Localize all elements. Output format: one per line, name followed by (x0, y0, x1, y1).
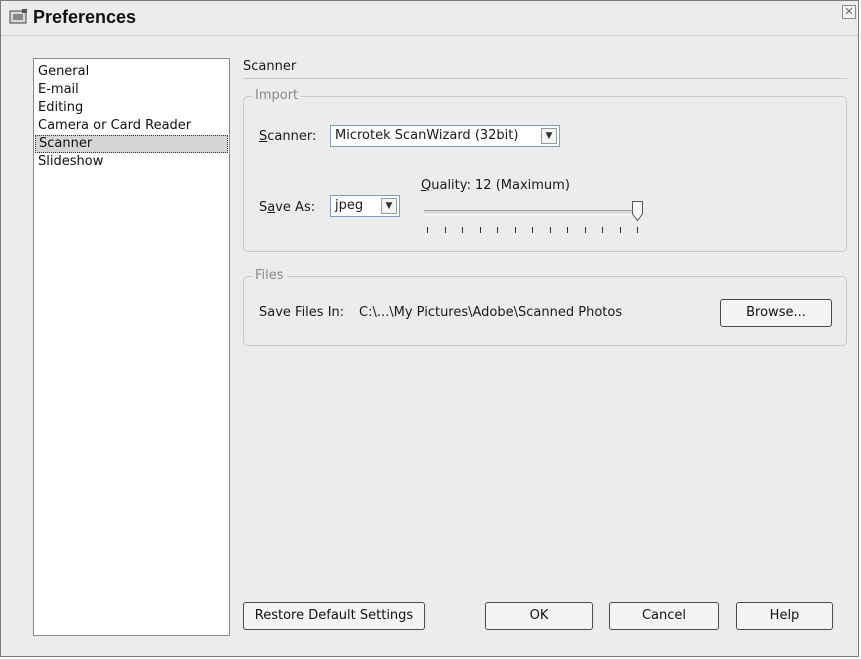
slider-tick (532, 227, 533, 233)
quality-slider-thumb[interactable] (632, 201, 643, 221)
sidebar-item-general[interactable]: General (35, 63, 228, 81)
slider-tick (602, 227, 603, 233)
slider-tick (584, 227, 586, 233)
slider-tick (619, 227, 621, 233)
sidebar-item-camera-or-card-reader[interactable]: Camera or Card Reader (35, 117, 228, 135)
chevron-down-icon[interactable]: ▼ (381, 198, 397, 214)
files-group: Files Save Files In: C:\...\My Pictures\… (243, 268, 847, 346)
settings-panel: Scanner Import Scanner: Microtek ScanWiz… (243, 58, 847, 638)
restore-default-settings-button[interactable]: Restore Default Settings (243, 602, 425, 630)
scanner-label: Scanner: (259, 129, 317, 144)
window-title: Preferences (33, 7, 137, 27)
save-files-path: C:\...\My Pictures\Adobe\Scanned Photos (359, 305, 623, 320)
scanner-select[interactable]: Microtek ScanWizard (32bit) ▼ (330, 125, 560, 147)
scanner-select-value: Microtek ScanWizard (32bit) (335, 128, 519, 143)
title-bar: Preferences ✕ (1, 1, 858, 36)
browse-button[interactable]: Browse... (720, 299, 832, 327)
ok-button[interactable]: OK (485, 602, 593, 630)
chevron-down-icon[interactable]: ▼ (541, 128, 557, 144)
sidebar-item-email[interactable]: E-mail (35, 81, 228, 99)
close-button[interactable]: ✕ (842, 5, 856, 19)
quality-slider-track[interactable] (424, 210, 640, 215)
category-list[interactable]: General E-mail Editing Camera or Card Re… (33, 58, 230, 636)
sidebar-item-slideshow[interactable]: Slideshow (35, 153, 228, 171)
save-as-select-value: jpeg (335, 198, 364, 213)
slider-tick (462, 227, 463, 233)
slider-tick (567, 227, 568, 233)
slider-tick (497, 227, 498, 233)
cancel-button[interactable]: Cancel (609, 602, 719, 630)
save-as-label: Save As: (259, 200, 316, 215)
save-files-label: Save Files In: (259, 305, 345, 320)
save-as-select[interactable]: jpeg ▼ (330, 195, 400, 217)
preferences-window: Preferences ✕ General E-mail Editing Cam… (0, 0, 859, 657)
quality-label: Quality: 12 (Maximum) (421, 178, 570, 193)
app-icon (9, 9, 27, 24)
slider-tick (427, 227, 428, 233)
help-button[interactable]: Help (736, 602, 833, 630)
sidebar-item-editing[interactable]: Editing (35, 99, 228, 117)
sidebar-item-scanner[interactable]: Scanner (35, 135, 228, 153)
import-legend: Import (252, 88, 302, 103)
section-title: Scanner (243, 58, 847, 79)
slider-tick (479, 227, 481, 233)
slider-tick (549, 227, 551, 233)
slider-tick (637, 227, 638, 233)
close-icon: ✕ (844, 5, 854, 18)
slider-tick (514, 227, 516, 233)
files-legend: Files (252, 268, 287, 283)
slider-tick (444, 227, 446, 233)
import-group: Import Scanner: Microtek ScanWizard (32b… (243, 88, 847, 252)
